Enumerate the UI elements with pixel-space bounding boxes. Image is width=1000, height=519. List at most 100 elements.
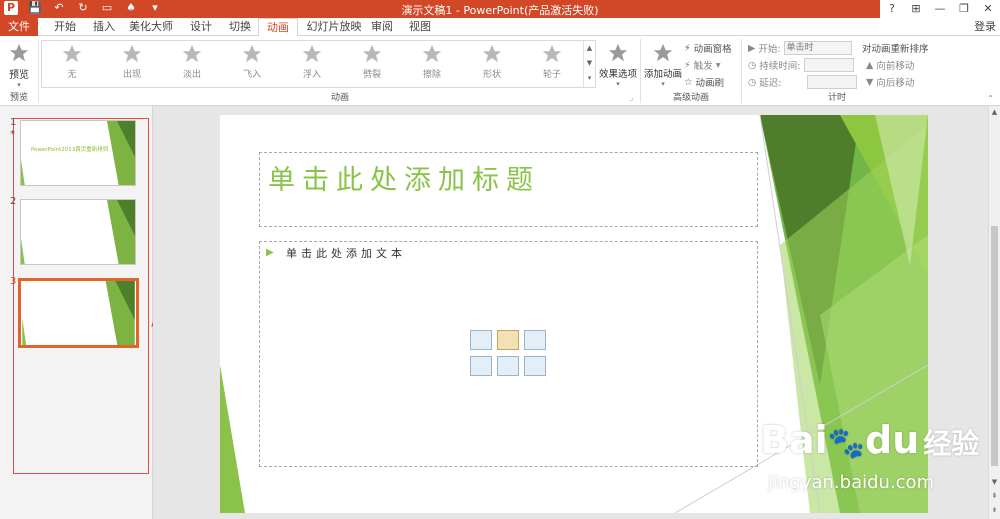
dialog-launcher-icon[interactable]: ⌟	[630, 94, 633, 102]
fly-in-star-icon	[242, 44, 262, 63]
move-later-label: 向后移动	[876, 78, 915, 89]
close-button[interactable]: ✕	[976, 0, 1000, 18]
animation-pane-label: 动画窗格	[693, 44, 732, 55]
duration-input[interactable]	[803, 58, 854, 72]
anim-fade[interactable]: 淡出	[162, 43, 222, 80]
slide-thumbnail-title: PowerPoint2013首页重新排列	[31, 147, 109, 153]
animation-painter-button[interactable]: ☆ 动画刷	[684, 75, 724, 90]
insert-smartart-icon[interactable]	[524, 330, 546, 350]
move-earlier-button[interactable]: ▲ 向前移动	[866, 58, 915, 73]
add-animation-button[interactable]: 添加动画 ▾	[644, 42, 682, 88]
preview-label: 预览	[9, 70, 29, 81]
wipe-star-icon	[422, 44, 442, 63]
anim-label: 浮入	[302, 70, 321, 80]
tab-animations[interactable]: 动画	[258, 18, 298, 37]
add-animation-icon	[653, 43, 673, 62]
scroll-down-icon[interactable]: ▼	[989, 478, 1000, 486]
minimize-button[interactable]: —	[928, 0, 952, 18]
add-animation-label: 添加动画	[644, 69, 683, 80]
anim-label: 飞入	[242, 70, 261, 80]
baidu-jingyan-watermark: Bai🐾du 经验 jingyan.baidu.com	[760, 418, 980, 493]
tab-view[interactable]: 视图	[402, 18, 438, 36]
insert-chart-icon[interactable]	[497, 330, 519, 350]
restore-button[interactable]: ❐	[952, 0, 976, 18]
anim-none[interactable]: 无	[42, 43, 102, 80]
tab-slideshow[interactable]: 幻灯片放映	[303, 18, 365, 36]
anim-label: 擦除	[422, 70, 441, 80]
slide-thumbnail-2[interactable]	[20, 199, 136, 265]
vertical-scrollbar[interactable]: ▲ ▼ ⇞ ⇟	[988, 106, 1000, 519]
insert-online-picture-icon[interactable]	[497, 356, 519, 376]
effect-options-button[interactable]: 效果选项 ▾	[598, 42, 638, 88]
group-advanced-label: 高级动画	[672, 93, 709, 103]
watermark-brand-2: du	[865, 418, 920, 462]
preview-button[interactable]: 预览 ▾	[4, 42, 34, 89]
trigger-icon: ⚡	[684, 59, 691, 71]
next-slide-icon[interactable]: ⇟	[989, 506, 1000, 514]
window-title: 演示文稿1 - PowerPoint(产品激活失败)	[401, 4, 599, 17]
tab-file[interactable]: 文件	[0, 18, 38, 36]
fade-star-icon	[182, 44, 202, 63]
anim-float-in[interactable]: 浮入	[282, 43, 342, 80]
previous-slide-icon[interactable]: ⇞	[989, 492, 1000, 500]
insert-table-icon[interactable]	[470, 330, 492, 350]
window-controls: ? ⊞ — ❐ ✕	[880, 0, 1000, 18]
tab-design[interactable]: 设计	[183, 18, 219, 36]
divider	[640, 39, 641, 103]
insert-content-icons	[470, 330, 550, 386]
play-icon: ▶	[748, 42, 756, 54]
animation-pane-button[interactable]: ⚡ 动画窗格	[684, 41, 732, 56]
watermark-sub: 经验	[923, 427, 980, 460]
insert-picture-icon[interactable]	[470, 356, 492, 376]
split-star-icon	[362, 44, 382, 63]
start-row: ▶ 开始: 单击时	[748, 41, 852, 55]
tab-home[interactable]: 开始	[47, 18, 83, 36]
insert-video-icon[interactable]	[524, 356, 546, 376]
trigger-label: 触发	[693, 61, 713, 72]
bullet-icon: ▶	[266, 247, 274, 258]
gallery-scroll[interactable]: ▲ ▼ ▾	[583, 41, 595, 87]
anim-wipe[interactable]: 擦除	[402, 43, 462, 80]
anim-label: 形状	[482, 70, 501, 80]
slide-thumbnail-1[interactable]: PowerPoint2013首页重新排列	[20, 120, 136, 186]
watermark-brand: Bai	[760, 418, 828, 462]
scroll-up-icon[interactable]: ▲	[989, 108, 1000, 116]
duration-label: 持续时间:	[759, 61, 801, 72]
animation-gallery: 无 出现 淡出 飞入 浮入 劈裂 擦除 形状 轮子 ▲ ▼ ▾	[41, 40, 596, 88]
anim-split[interactable]: 劈裂	[342, 43, 402, 80]
wheel-star-icon	[542, 44, 562, 63]
anim-label: 淡出	[182, 70, 201, 80]
content-placeholder[interactable]: ▶ 单击此处添加文本	[259, 241, 758, 467]
effect-options-label: 效果选项	[598, 69, 637, 80]
thumb-decoration	[21, 200, 135, 264]
chevron-down-icon: ▾	[616, 80, 620, 88]
slide-number: 2	[10, 196, 17, 207]
delay-input[interactable]	[806, 75, 857, 89]
anim-wheel[interactable]: 轮子	[522, 43, 582, 80]
group-timing-label: 计时	[827, 93, 846, 103]
effect-options-star-icon	[608, 43, 628, 62]
watermark-url: jingyan.baidu.com	[768, 472, 935, 493]
anim-shape[interactable]: 形状	[462, 43, 522, 80]
anim-fly-in[interactable]: 飞入	[222, 43, 282, 80]
slide-animation-marker: *	[10, 129, 15, 140]
help-button[interactable]: ?	[880, 0, 904, 18]
animation-pane-icon: ⚡	[684, 42, 691, 54]
start-select[interactable]: 单击时	[783, 41, 852, 55]
login-link[interactable]: 登录	[974, 18, 996, 36]
collapse-ribbon-icon[interactable]: ⌃	[987, 94, 994, 103]
move-earlier-label: 向前移动	[876, 61, 915, 72]
tab-insert[interactable]: 插入	[86, 18, 122, 36]
trigger-button[interactable]: ⚡ 触发 ▾	[684, 58, 720, 73]
delay-label: 延迟:	[759, 78, 782, 89]
anim-appear[interactable]: 出现	[102, 43, 162, 80]
tab-beautify[interactable]: 美化大师	[126, 18, 176, 36]
ribbon-display-button[interactable]: ⊞	[904, 0, 928, 18]
scrollbar-thumb[interactable]	[991, 226, 998, 466]
tab-review[interactable]: 审阅	[366, 18, 398, 36]
title-placeholder[interactable]: 单击此处添加标题	[259, 152, 758, 227]
reorder-label: 对动画重新排序	[862, 44, 929, 55]
slide-thumbnail-3[interactable]	[18, 278, 139, 348]
move-later-button[interactable]: ▼ 向后移动	[866, 75, 915, 90]
tab-transitions[interactable]: 切换	[222, 18, 258, 36]
